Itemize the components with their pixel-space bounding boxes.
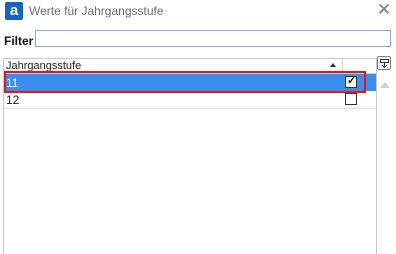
window-title: Werte für Jahrgangsstufe — [29, 4, 164, 18]
selection-highlight — [4, 71, 366, 93]
row-label: 12 — [6, 93, 20, 107]
export-list-icon — [380, 59, 389, 68]
filter-label: Filter — [4, 34, 34, 48]
title-bar: a Werte für Jahrgangsstufe ✕ — [0, 0, 396, 22]
table-row[interactable]: 12 — [4, 91, 376, 109]
app-logo-icon: a — [5, 2, 23, 20]
scroll-up-icon[interactable] — [380, 82, 390, 88]
close-button[interactable]: ✕ — [376, 1, 392, 19]
row-checkbox[interactable] — [345, 93, 357, 105]
export-list-button[interactable] — [377, 56, 391, 70]
sort-ascending-icon — [330, 63, 336, 67]
filter-input[interactable] — [35, 30, 391, 47]
